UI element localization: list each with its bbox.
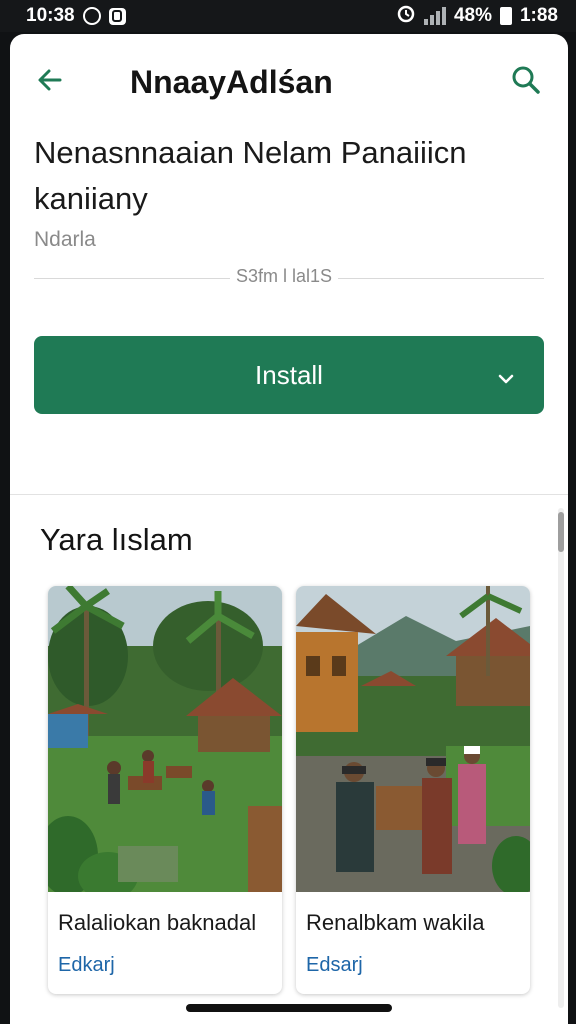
alarm-icon (396, 3, 416, 29)
card-subtitle[interactable]: Edsarj (306, 954, 363, 977)
app-bar-title: NnaayAdlśan (130, 64, 333, 100)
chevron-down-icon[interactable] (496, 365, 516, 385)
top-app-bar: NnaayAdlśan (10, 34, 568, 126)
card-title: Ralaliokan baknadal (58, 910, 257, 935)
section-title: Yara lıslam (40, 522, 193, 557)
sync-icon (82, 7, 101, 25)
village-garden-image (48, 586, 282, 892)
notification-icon (108, 7, 126, 25)
status-bar: 10:38 48% 1:88 (0, 0, 576, 32)
app-size: S3fm l lal1S (230, 266, 339, 287)
status-clock: 1:88 (519, 5, 558, 26)
battery-percent: 48% (453, 5, 492, 26)
section-divider (10, 494, 568, 495)
card-subtitle[interactable]: Edkarj (58, 954, 115, 977)
app-headline: Nenasnnaaian Nelam Panaiiicn kaniiany (34, 135, 467, 216)
search-icon[interactable] (510, 64, 542, 96)
home-indicator[interactable] (186, 1004, 392, 1012)
size-divider: S3fm l lal1S (34, 266, 544, 296)
arrow-left-icon[interactable] (34, 64, 66, 96)
signal-icon (423, 7, 446, 25)
card-title: Renalbkam wakila (306, 910, 485, 935)
install-button[interactable]: Install (34, 336, 544, 414)
screenshot-card[interactable]: Renalbkam wakila Edsarj (296, 586, 530, 994)
battery-icon (499, 7, 512, 25)
scrollbar[interactable] (558, 508, 564, 1008)
install-label: Install (255, 359, 323, 390)
status-time: 10:38 (26, 5, 75, 26)
scrollbar-thumb[interactable] (558, 512, 564, 552)
developer-name[interactable]: Ndarla (34, 228, 96, 252)
status-bar-left: 10:38 (26, 5, 126, 27)
status-bar-right: 48% 1:88 (396, 3, 558, 29)
app-detail-sheet: NnaayAdlśan Nenasnnaaian Nelam Panaiiicn… (10, 34, 568, 1024)
screenshot-card[interactable]: Ralaliokan baknadal Edkarj (48, 586, 282, 994)
village-people-image (296, 586, 530, 892)
